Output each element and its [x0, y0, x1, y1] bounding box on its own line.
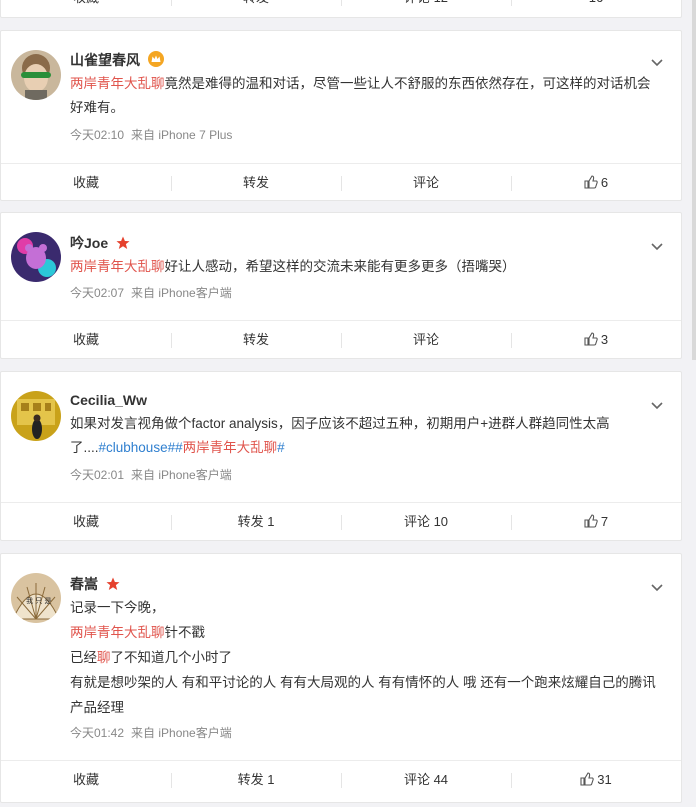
favorite-button[interactable]: 收藏 [1, 164, 171, 202]
svg-text:我 只 是: 我 只 是 [26, 596, 51, 605]
topic-link[interactable]: 两岸青年大乱聊 [183, 440, 278, 455]
username[interactable]: Cecilia_Ww [70, 392, 147, 408]
post-text: 两岸青年大乱聊好让人感动，希望这样的交流未来能有更多更多（捂嘴哭） [70, 255, 659, 279]
action-bar: 收藏 转发 1 评论 10 7 [1, 502, 681, 541]
like-button[interactable]: 6 [511, 164, 681, 202]
post-time[interactable]: 今天01:42 [70, 726, 124, 740]
action-bar: 收藏 转发 评论 6 [1, 163, 681, 202]
avatar[interactable] [11, 391, 61, 441]
username-text[interactable]: 山雀望春风 [70, 52, 140, 68]
star-icon [106, 577, 120, 594]
repost-button[interactable]: 转发 1 [171, 503, 341, 541]
like-button[interactable]: 16 [511, 0, 681, 17]
avatar[interactable]: 我 只 是 [11, 573, 61, 623]
post-source: 来自 iPhone 7 Plus [131, 128, 233, 142]
avatar[interactable] [11, 232, 61, 282]
post-card: 吟Joe 两岸青年大乱聊好让人感动，希望这样的交流未来能有更多更多（捂嘴哭） 今… [0, 212, 682, 359]
topic-link[interactable]: 两岸青年大乱聊 [70, 76, 165, 91]
post-body: 已经 [70, 650, 97, 665]
post-line: 有就是想吵架的人 有和平讨论的人 有有大局观的人 有有情怀的人 哦 还有一个跑来… [70, 670, 659, 720]
post-source: 来自 iPhone客户端 [131, 468, 232, 482]
topic-link[interactable]: 两岸青年大乱聊 [70, 625, 165, 640]
thumbs-up-icon [584, 166, 598, 204]
hashtag-link[interactable]: #clubhouse## [99, 440, 183, 455]
post-body: 记录一下今晚， [70, 600, 165, 615]
like-button[interactable]: 3 [511, 321, 681, 359]
post-time[interactable]: 今天02:07 [70, 286, 124, 300]
favorite-button[interactable]: 收藏 [1, 761, 171, 799]
username-text[interactable]: 吟Joe [70, 235, 108, 251]
post-meta: 今天02:10 来自 iPhone 7 Plus [70, 126, 232, 143]
like-count: 7 [600, 514, 609, 529]
comment-button[interactable]: 评论 [341, 321, 511, 359]
chevron-down-icon[interactable] [651, 238, 663, 251]
favorite-button[interactable]: 收藏 [1, 0, 171, 17]
comment-button[interactable]: 评论 44 [341, 761, 511, 799]
username[interactable]: 山雀望春风 [70, 50, 164, 70]
like-button[interactable]: 7 [511, 503, 681, 541]
star-icon [116, 236, 130, 253]
username-text[interactable]: 春嵩 [70, 576, 98, 592]
repost-button[interactable]: 转发 1 [171, 761, 341, 799]
repost-button[interactable]: 转发 [171, 0, 341, 17]
post-card: Cecilia_Ww 如果对发言视角做个factor analysis，因子应该… [0, 371, 682, 541]
post-meta: 今天02:01 来自 iPhone客户端 [70, 466, 232, 483]
action-bar: 收藏 转发 1 评论 44 31 [1, 760, 681, 799]
like-button[interactable]: 31 [511, 761, 681, 799]
post-card: 山雀望春风 两岸青年大乱聊竟然是难得的温和对话，尽管一些让人不舒服的东西依然存在… [0, 30, 682, 201]
like-count: 6 [600, 175, 609, 190]
post-text: 两岸青年大乱聊竟然是难得的温和对话，尽管一些让人不舒服的东西依然存在，可这样的对… [70, 72, 659, 120]
comment-button[interactable]: 评论 [341, 164, 511, 202]
like-count: 16 [589, 0, 603, 5]
action-bar: 收藏 转发 评论 12 16 [1, 0, 681, 17]
post-line: 已经聊了不知道几个小时了 [70, 645, 659, 670]
post-text: 如果对发言视角做个factor analysis，因子应该不超过五种，初期用户+… [70, 412, 659, 460]
post-body: 有就是想吵架的人 有和平讨论的人 有有大局观的人 有有情怀的人 哦 还有一个跑来… [70, 675, 656, 715]
repost-button[interactable]: 转发 [171, 164, 341, 202]
avatar[interactable] [11, 50, 61, 100]
username[interactable]: 吟Joe [70, 233, 130, 253]
post-body: 好让人感动，希望这样的交流未来能有更多更多（捂嘴哭） [164, 259, 516, 274]
post-meta: 今天01:42 来自 iPhone客户端 [70, 724, 232, 741]
chevron-down-icon[interactable] [651, 579, 663, 592]
favorite-button[interactable]: 收藏 [1, 321, 171, 359]
thumbs-up-icon [580, 763, 594, 801]
post-body: 了不知道几个小时了 [110, 650, 233, 665]
hashtag-link[interactable]: # [277, 440, 285, 455]
like-count: 31 [597, 772, 612, 787]
highlight-text: 聊 [97, 650, 111, 665]
post-body: 针不戳 [164, 625, 206, 640]
post-time[interactable]: 今天02:01 [70, 468, 124, 482]
post-source: 来自 iPhone客户端 [131, 286, 232, 300]
comment-button[interactable]: 评论 10 [341, 503, 511, 541]
post-card-partial: 收藏 转发 评论 12 16 [0, 0, 682, 18]
post-source: 来自 iPhone客户端 [131, 726, 232, 740]
post-line: 两岸青年大乱聊针不戳 [70, 620, 659, 645]
chevron-down-icon[interactable] [651, 54, 663, 67]
crown-icon [147, 51, 164, 70]
action-bar: 收藏 转发 评论 3 [1, 320, 681, 359]
post-text: 记录一下今晚， 两岸青年大乱聊针不戳 已经聊了不知道几个小时了 有就是想吵架的人… [70, 595, 659, 720]
scrollbar[interactable] [692, 0, 696, 360]
username-text[interactable]: Cecilia_Ww [70, 392, 147, 408]
like-count: 3 [600, 332, 609, 347]
thumbs-up-icon [584, 505, 598, 543]
topic-link[interactable]: 两岸青年大乱聊 [70, 259, 165, 274]
thumbs-up-icon [584, 323, 598, 361]
post-card: 我 只 是 春嵩 记录一下今晚， 两岸青年大乱聊针不戳 已经聊了不知道几个小时了… [0, 553, 682, 803]
post-time[interactable]: 今天02:10 [70, 128, 124, 142]
post-meta: 今天02:07 来自 iPhone客户端 [70, 284, 232, 301]
repost-button[interactable]: 转发 [171, 321, 341, 359]
post-line: 记录一下今晚， [70, 595, 659, 620]
username[interactable]: 春嵩 [70, 574, 120, 594]
comment-button[interactable]: 评论 12 [341, 0, 511, 17]
chevron-down-icon[interactable] [651, 397, 663, 410]
favorite-button[interactable]: 收藏 [1, 503, 171, 541]
